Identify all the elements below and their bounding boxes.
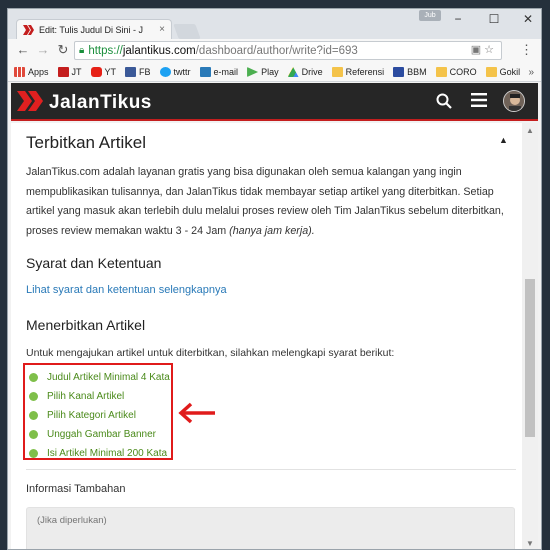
page-scrollbar[interactable]: ▲ ▼ <box>522 123 538 549</box>
browser-window: Edit: Tulis Judul Di Sini - J × Jub − ☐ … <box>7 8 542 550</box>
zoho-mail-icon <box>199 67 211 77</box>
jalantikus-logo-icon[interactable] <box>17 91 45 116</box>
maximize-button[interactable]: ☐ <box>484 12 504 26</box>
bookmark-email[interactable]: e-mail <box>199 67 238 77</box>
translate-bookmark-star-icon[interactable]: ▣☆ <box>471 43 497 56</box>
bookmark-twttr[interactable]: twttr <box>159 67 191 77</box>
folder-icon <box>435 67 447 77</box>
browser-menu-icon[interactable]: ⋮ <box>520 42 533 58</box>
url-host: jalantikus.com <box>122 44 196 57</box>
page-content: Terbitkan Artikel ▲ JalanTikus.com adala… <box>11 123 522 549</box>
bookmark-play[interactable]: Play <box>247 67 279 77</box>
left-arrow-annotation-icon <box>177 401 217 430</box>
bookmark-gokil[interactable]: Gokil <box>485 67 520 77</box>
profile-badge[interactable]: Jub <box>419 10 441 21</box>
desktop-background: Edit: Tulis Judul Di Sini - J × Jub − ☐ … <box>0 0 550 550</box>
bookmarks-bar: Apps JT YT FB twttr e-mail Play Drive Re… <box>8 63 541 82</box>
list-item: Pilih Kategori Artikel <box>29 406 171 425</box>
tab-close-icon[interactable]: × <box>159 24 165 35</box>
collapse-caret-icon[interactable]: ▲ <box>499 135 508 145</box>
scroll-down-icon[interactable]: ▼ <box>526 539 534 548</box>
tab-strip: Edit: Tulis Judul Di Sini - J × Jub − ☐ … <box>8 9 541 39</box>
bookmark-jt[interactable]: JT <box>57 67 82 77</box>
status-dot-icon <box>29 449 38 458</box>
site-logo-text[interactable]: JalanTikus <box>49 92 152 114</box>
bookmark-fb[interactable]: FB <box>125 67 151 77</box>
twitter-icon <box>159 67 171 77</box>
list-item: Pilih Kanal Artikel <box>29 387 171 406</box>
list-item: Unggah Gambar Banner <box>29 425 171 444</box>
reload-icon[interactable]: ↻ <box>55 42 71 58</box>
search-icon[interactable] <box>436 93 452 114</box>
bookmark-referensi[interactable]: Referensi <box>331 67 384 77</box>
youtube-icon <box>90 67 102 77</box>
tab-title: Edit: Tulis Judul Di Sini - J <box>39 24 144 35</box>
additional-info-field[interactable] <box>26 507 515 549</box>
bookmark-apps[interactable]: Apps <box>14 67 49 77</box>
bbm-icon <box>393 67 405 77</box>
list-item: Isi Artikel Minimal 200 Kata <box>29 444 171 463</box>
publish-heading: Menerbitkan Artikel <box>26 317 146 333</box>
lock-icon: 🔒︎ <box>79 45 85 56</box>
folder-icon <box>331 67 343 77</box>
facebook-icon <box>125 67 137 77</box>
bookmark-drive[interactable]: Drive <box>287 67 323 77</box>
scroll-up-icon[interactable]: ▲ <box>526 126 534 135</box>
description-note: (hanya jam kerja). <box>229 224 315 237</box>
url-path: /dashboard/author/write?id=693 <box>195 44 358 57</box>
additional-info-label: Informasi Tambahan <box>26 483 126 495</box>
requirements-checklist: Judul Artikel Minimal 4 Kata Pilih Kanal… <box>23 363 173 460</box>
close-window-button[interactable]: ✕ <box>518 12 538 26</box>
status-dot-icon <box>29 430 38 439</box>
user-avatar[interactable] <box>503 90 525 112</box>
site-header: JalanTikus <box>11 83 538 121</box>
play-store-icon <box>247 67 259 77</box>
browser-tab[interactable]: Edit: Tulis Judul Di Sini - J × <box>16 19 172 39</box>
new-tab-button[interactable] <box>173 24 201 39</box>
divider <box>26 469 516 470</box>
back-arrow-icon[interactable]: ← <box>15 42 31 58</box>
hamburger-menu-icon[interactable] <box>471 93 487 112</box>
drive-icon <box>287 67 299 77</box>
forward-arrow-icon[interactable]: → <box>35 42 51 58</box>
more-bookmarks-icon[interactable]: » <box>528 67 534 78</box>
bookmark-coro[interactable]: CORO <box>435 67 477 77</box>
terms-link[interactable]: Lihat syarat dan ketentuan selengkapnya <box>26 284 227 296</box>
bookmark-yt[interactable]: YT <box>90 67 116 77</box>
status-dot-icon <box>29 411 38 420</box>
url-scheme: https:// <box>88 44 123 57</box>
jalantikus-icon <box>57 67 69 77</box>
status-dot-icon <box>29 392 38 401</box>
jalantikus-favicon-icon <box>23 24 35 35</box>
folder-icon <box>485 67 497 77</box>
publish-intro: Untuk mengajukan artikel untuk diterbitk… <box>26 347 395 359</box>
scrollbar-thumb[interactable] <box>525 279 535 437</box>
page-title: Terbitkan Artikel <box>26 133 146 152</box>
minimize-button[interactable]: − <box>448 12 468 26</box>
bookmark-bbm[interactable]: BBM <box>393 67 427 77</box>
address-bar[interactable]: 🔒︎ https://jalantikus.com/dashboard/auth… <box>74 41 502 60</box>
list-item: Judul Artikel Minimal 4 Kata <box>29 368 171 387</box>
terms-heading: Syarat dan Ketentuan <box>26 255 162 271</box>
apps-icon <box>14 67 25 77</box>
browser-toolbar: ← → ↻ 🔒︎ https://jalantikus.com/dashboar… <box>8 39 541 63</box>
status-dot-icon <box>29 373 38 382</box>
page-description: JalanTikus.com adalah layanan gratis yan… <box>26 166 504 237</box>
